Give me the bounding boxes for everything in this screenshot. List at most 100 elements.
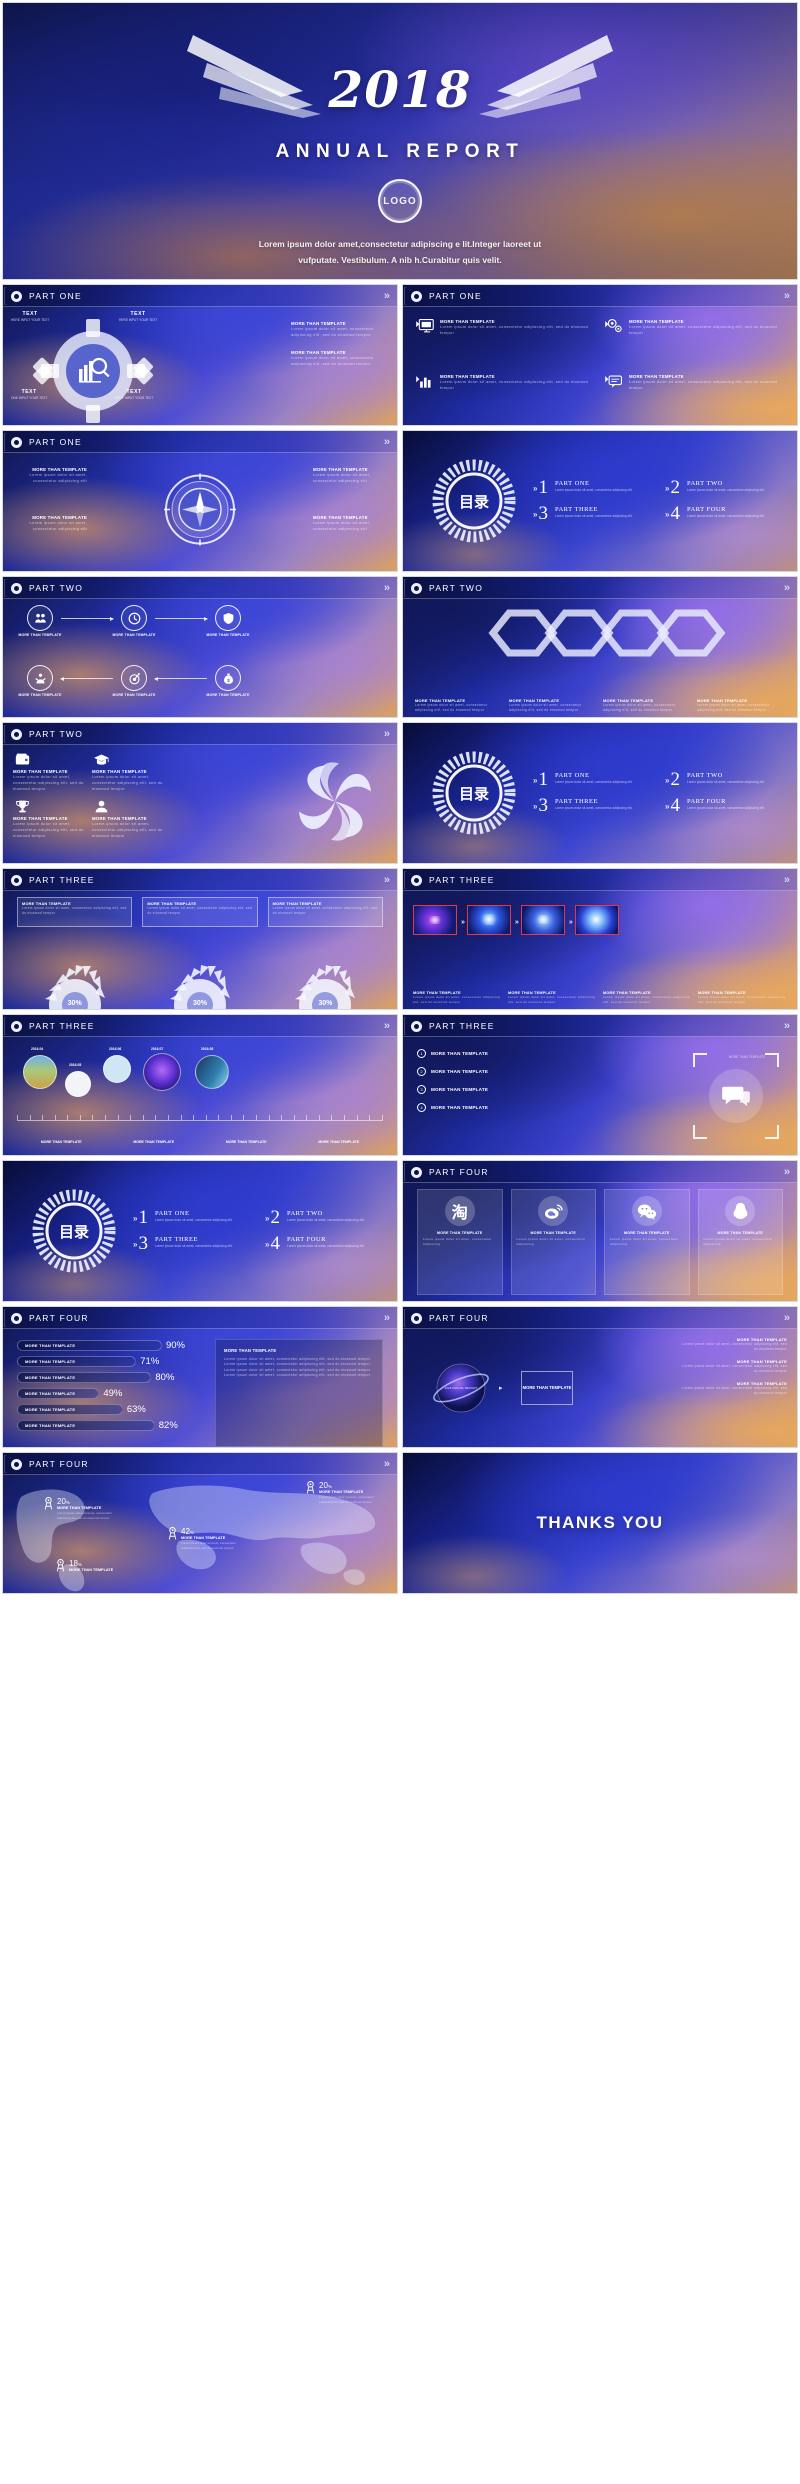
item-number: 1 (417, 1049, 426, 1058)
icon-cell[interactable]: MORE THAN TEMPLATE Lorem ipsum dolor sit… (413, 368, 598, 419)
social-card-taobao[interactable]: 淘 MORE THAN TEMPLATE Lorem ipsum dolor s… (417, 1189, 503, 1295)
slide-gears-percent[interactable]: PART THREE » MORE THAN TEMPLATE Lorem ip… (2, 868, 398, 1010)
chevron-right-icon[interactable]: » (384, 1312, 390, 1324)
slide-social-cards[interactable]: PART FOUR » 淘 MORE THAN TEMPLATE Lorem i… (402, 1160, 798, 1302)
slide-cover[interactable]: 2018 ANNUAL REPORT LOGO Lorem ipsum dolo… (2, 2, 798, 280)
timeline-photo-2[interactable] (65, 1071, 91, 1097)
chevron-right-icon[interactable]: » (784, 1020, 790, 1032)
map-marker-3[interactable]: 42% MORE THAN TEMPLATE Lorem ipsum dolor… (167, 1527, 243, 1550)
chart-side-panel: MORE THAN TEMPLATE Lorem ipsum dolor sit… (215, 1339, 383, 1447)
chevron-right-icon[interactable]: » (384, 1458, 390, 1470)
item-body: Lorem ipsum dolor sit amet, consectetur … (29, 472, 87, 484)
bar-value: 63% (126, 1404, 146, 1415)
step-circle-3[interactable] (215, 605, 241, 631)
numbered-item[interactable]: 2 MORE THAN TEMPLATE (417, 1067, 557, 1076)
numbered-item[interactable]: 3 MORE THAN TEMPLATE (417, 1085, 557, 1094)
slide-thanks[interactable]: THANKS YOU (402, 1452, 798, 1594)
toc-entry[interactable]: » 4 PART FOUR Lorem ipsum dolor sit amet… (265, 1234, 387, 1253)
map-marker-4[interactable]: 18% MORE THAN TEMPLATE (55, 1559, 113, 1572)
chevron-right-icon[interactable]: » (784, 582, 790, 594)
slide-toc-3[interactable]: 目录 » 1 PART ONE Lorem ipsum dolor sit am… (2, 1160, 398, 1302)
slide-compass[interactable]: PART ONE » MORE THAN TEMPLATE Lorem ipsu… (2, 430, 398, 572)
toc-entry[interactable]: » 1 PART ONE Lorem ipsum dolor sit amet,… (533, 770, 655, 789)
timeline-photo-1[interactable] (23, 1055, 57, 1089)
toc-entry[interactable]: » 1 PART ONE Lorem ipsum dolor sit amet,… (133, 1208, 255, 1227)
slide-photo-strip[interactable]: PART THREE » » » » MORE THAN TEMPLATE Lo… (402, 868, 798, 1010)
step-circle-5[interactable] (121, 665, 147, 691)
chevron-right-icon[interactable]: » (384, 290, 390, 302)
chevron-right-icon[interactable]: » (784, 290, 790, 302)
card-cell[interactable]: MORE THAN TEMPLATE Lorem ipsum dolor sit… (92, 798, 163, 839)
toc-entry[interactable]: » 2 PART TWO Lorem ipsum dolor sit amet,… (665, 478, 787, 497)
icon-cell[interactable]: MORE THAN TEMPLATE Lorem ipsum dolor sit… (413, 313, 598, 364)
toc-entry[interactable]: » 4 PART FOUR Lorem ipsum dolor sit amet… (665, 504, 787, 523)
toc-entry[interactable]: » 3 PART THREE Lorem ipsum dolor sit ame… (533, 795, 655, 816)
chevron-right-icon[interactable]: » (784, 1166, 790, 1178)
slide-timeline[interactable]: PART THREE » 2016.04 2016.05 2016.06 201… (2, 1014, 398, 1156)
gear-label-title: TEXT (130, 311, 146, 317)
chevron-right-icon[interactable]: » (384, 1020, 390, 1032)
social-card-weibo[interactable]: MORE THAN TEMPLATE Lorem ipsum dolor sit… (510, 1189, 596, 1295)
card-body: Lorem ipsum dolor sit amet, consectetur … (13, 774, 84, 792)
toc-entry[interactable]: » 2 PART TWO Lorem ipsum dolor sit amet,… (265, 1208, 387, 1227)
step-circle-6[interactable]: $ (215, 665, 241, 691)
toc-desc: Lorem ipsum dolor sit amet, consectetur … (286, 1217, 365, 1222)
photo-thumbnail[interactable] (413, 905, 457, 935)
gear-label-4: TEXT HERE INPUT YOUR TEXT (115, 389, 153, 400)
toc-entry[interactable]: » 4 PART FOUR Lorem ipsum dolor sit amet… (665, 796, 787, 815)
chevron-right-icon[interactable]: » (384, 728, 390, 740)
numbered-item[interactable]: 4 MORE THAN TEMPLATE (417, 1103, 557, 1112)
flow-arrow (60, 676, 113, 681)
map-marker-2[interactable]: 20% MORE THAN TEMPLATE Lorem ipsum dolor… (305, 1481, 383, 1504)
caption-body: Lorem ipsum dolor sit amet, consectetur … (603, 995, 691, 1005)
map-marker-1[interactable]: 20% MORE THAN TEMPLATE Lorem ipsum dolor… (43, 1497, 119, 1520)
slide-cards-pinwheel[interactable]: PART TWO » MORE THAN TEMPLATE Lorem ipsu… (2, 722, 398, 864)
chevron-right-icon[interactable]: » (384, 582, 390, 594)
timeline-caption: MORE THAN TEMPLATE (318, 1140, 360, 1145)
chevron-right-icon[interactable]: » (384, 436, 390, 448)
slide-chat-list[interactable]: PART THREE » 1 MORE THAN TEMPLATE 2 MORE… (402, 1014, 798, 1156)
icon-cell[interactable]: MORE THAN TEMPLATE Lorem ipsum dolor sit… (602, 368, 787, 419)
deck-row-5: PART TWO » MORE THAN TEMPLATE Lorem ipsu… (2, 722, 798, 864)
step-circle-2[interactable] (121, 605, 147, 631)
timeline-photo-5[interactable] (195, 1055, 229, 1089)
numbered-item[interactable]: 1 MORE THAN TEMPLATE (417, 1049, 557, 1058)
toc-entry[interactable]: » 3 PART THREE Lorem ipsum dolor sit ame… (533, 504, 655, 523)
slide-world-map[interactable]: PART FOUR » 20% MORE THAN TEMPLATE Lorem… (2, 1452, 398, 1594)
timeline-photo-3[interactable] (103, 1055, 131, 1083)
chevron-right-icon[interactable]: » (384, 874, 390, 886)
slide-bar-chart[interactable]: PART FOUR » MORE THAN TEMPLATE 90% MORE … (2, 1306, 398, 1448)
marker-pct: 20% (57, 1497, 70, 1506)
slide-process-cycle[interactable]: PART TWO » MORE THAN TEMPLATE MORE THAN … (2, 576, 398, 718)
slide-toc-2[interactable]: 目录 » 1 PART ONE Lorem ipsum dolor sit am… (402, 722, 798, 864)
photo-thumbnail[interactable] (574, 905, 619, 935)
timeline-date: 2016.07 (151, 1047, 164, 1051)
cell-body: Lorem ipsum dolor sit amet, consectetur … (440, 324, 589, 336)
social-card-wechat[interactable]: MORE THAN TEMPLATE Lorem ipsum dolor sit… (604, 1189, 690, 1295)
step-circle-1[interactable] (27, 605, 53, 631)
slide-gear-diagram[interactable]: PART ONE » TEXT HERE INPUT YOUR TEXT TEX… (2, 284, 398, 426)
tower-icon (168, 1527, 177, 1540)
timeline-photo-4[interactable] (143, 1053, 181, 1091)
card-cell[interactable]: MORE THAN TEMPLATE Lorem ipsum dolor sit… (92, 751, 163, 792)
step-circle-4[interactable] (27, 665, 53, 691)
social-card-qq[interactable]: MORE THAN TEMPLATE Lorem ipsum dolor sit… (697, 1189, 783, 1295)
photo-thumbnail[interactable] (466, 905, 511, 935)
toc-number: 3 (538, 795, 548, 816)
toc-entry[interactable]: » 1 PART ONE Lorem ipsum dolor sit amet,… (533, 478, 655, 497)
header-title: PART TWO (29, 583, 84, 593)
card-cell[interactable]: MORE THAN TEMPLATE Lorem ipsum dolor sit… (13, 798, 84, 839)
chevron-right-icon[interactable]: » (784, 874, 790, 886)
icon-cell[interactable]: MORE THAN TEMPLATE Lorem ipsum dolor sit… (602, 313, 787, 364)
slide-orbit[interactable]: PART FOUR » 2018 ANNUAL REPORT ▸ MORE TH… (402, 1306, 798, 1448)
logo-badge[interactable]: LOGO (378, 179, 422, 223)
toc-entry[interactable]: » 2 PART TWO Lorem ipsum dolor sit amet,… (665, 770, 787, 789)
slide-toc-1[interactable]: 目录 » 1 PART ONE Lorem ipsum dolor sit am… (402, 430, 798, 572)
photo-thumbnail[interactable] (520, 905, 565, 935)
bar-value: 49% (103, 1388, 123, 1399)
slide-icon-quad[interactable]: PART ONE » MORE THAN TEMPLATE Lorem ipsu… (402, 284, 798, 426)
toc-entry[interactable]: » 3 PART THREE Lorem ipsum dolor sit ame… (133, 1234, 255, 1253)
chevron-right-icon[interactable]: » (784, 1312, 790, 1324)
slide-hex-chain[interactable]: PART TWO » MORE THAN TEMPLATE Lorem ipsu… (402, 576, 798, 718)
card-cell[interactable]: MORE THAN TEMPLATE Lorem ipsum dolor sit… (13, 751, 84, 792)
